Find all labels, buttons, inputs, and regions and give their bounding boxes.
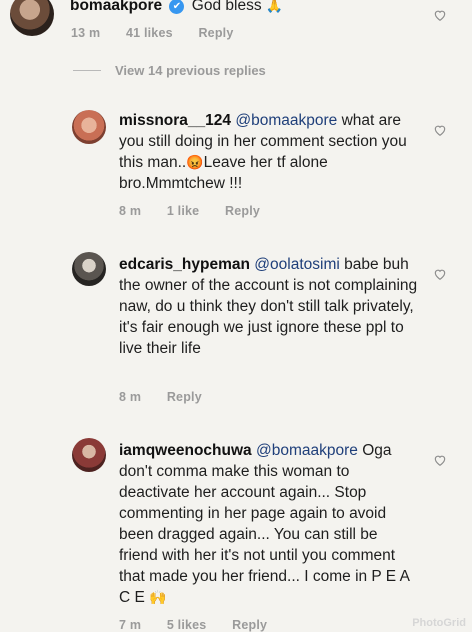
timestamp: 8 m <box>119 204 142 218</box>
emoji: 🙌 <box>149 589 167 605</box>
emoji: 🙏 <box>265 0 284 13</box>
emoji: 😡 <box>186 154 204 170</box>
avatar[interactable] <box>72 438 106 472</box>
view-previous-replies[interactable]: View 14 previous replies <box>73 63 266 78</box>
heart-icon[interactable] <box>433 267 447 281</box>
comment-meta: 8 m Reply <box>119 390 224 404</box>
username[interactable]: bomaakpore <box>70 0 162 14</box>
heart-icon[interactable] <box>433 123 447 137</box>
comment-text: iamqweenochuwa @bomaakpore Oga don't com… <box>119 440 419 608</box>
comment-body: God bless <box>191 0 262 14</box>
avatar[interactable] <box>10 0 54 36</box>
mention-link[interactable]: @oolatosimi <box>254 256 340 273</box>
avatar[interactable] <box>72 110 106 144</box>
comment-meta: 7 m 5 likes Reply <box>119 618 289 632</box>
timestamp: 8 m <box>119 390 142 404</box>
username[interactable]: edcaris_hypeman <box>119 256 250 273</box>
reply-button[interactable]: Reply <box>167 390 202 404</box>
comment-body: Oga don't comma make this woman to deact… <box>119 442 410 606</box>
reply-button[interactable]: Reply <box>232 618 267 632</box>
reply-button[interactable]: Reply <box>198 26 233 40</box>
heart-icon[interactable] <box>433 453 447 467</box>
likes-count[interactable]: 41 likes <box>126 26 173 40</box>
heart-icon[interactable] <box>433 8 447 22</box>
mention-link[interactable]: @bomaakpore <box>256 442 358 459</box>
divider-line <box>73 70 101 71</box>
watermark: PhotoGrid <box>412 617 466 629</box>
comment-meta: 8 m 1 like Reply <box>119 204 282 218</box>
timestamp: 7 m <box>119 618 142 632</box>
comment-meta: 13 m 41 likes Reply <box>71 26 256 40</box>
avatar[interactable] <box>72 252 106 286</box>
mention-link[interactable]: @bomaakpore <box>235 112 337 129</box>
likes-count[interactable]: 1 like <box>167 204 199 218</box>
likes-count[interactable]: 5 likes <box>167 618 207 632</box>
reply-button[interactable]: Reply <box>225 204 260 218</box>
username[interactable]: missnora__124 <box>119 112 231 129</box>
comment-text: missnora__124 @bomaakpore what are you s… <box>119 110 419 194</box>
timestamp: 13 m <box>71 26 101 40</box>
verified-badge-icon: ✔ <box>169 0 185 14</box>
comment-text: bomaakpore ✔ God bless 🙏 <box>70 0 430 16</box>
comment-text: edcaris_hypeman @oolatosimi babe buh the… <box>119 254 429 359</box>
username[interactable]: iamqweenochuwa <box>119 442 252 459</box>
